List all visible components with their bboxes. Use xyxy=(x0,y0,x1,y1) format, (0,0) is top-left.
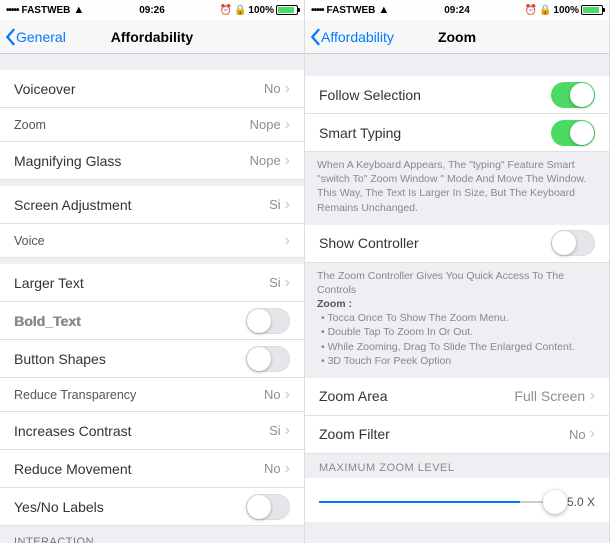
chevron-right-icon: › xyxy=(585,388,595,404)
signal-icon: ••••• xyxy=(6,5,19,16)
button-shapes-toggle[interactable] xyxy=(246,346,290,372)
signal-icon: ••••• xyxy=(311,5,324,16)
chevron-right-icon: › xyxy=(285,461,290,477)
back-button[interactable]: Affordability xyxy=(305,28,394,46)
chevron-right-icon: › xyxy=(285,153,290,169)
row-larger-text[interactable]: Larger TextSi› xyxy=(0,264,304,302)
battery-icon xyxy=(276,5,298,15)
alarm-icon: ⏰ xyxy=(525,5,537,16)
rotation-lock-icon: 🔒 xyxy=(234,5,246,16)
chevron-right-icon: › xyxy=(285,117,290,133)
controller-description: The Zoom Controller Gives You Quick Acce… xyxy=(305,263,609,378)
page-title: Zoom xyxy=(438,29,476,45)
back-label: General xyxy=(16,29,66,45)
row-show-controller[interactable]: Show Controller xyxy=(305,225,609,263)
chevron-right-icon: › xyxy=(285,197,290,213)
back-button[interactable]: General xyxy=(0,28,66,46)
status-bar: ••••• FASTWEB ▲ 09:24 ⏰🔒100% xyxy=(305,0,609,20)
bold-text-toggle[interactable] xyxy=(246,308,290,334)
row-voiceover[interactable]: VoiceoverNo› xyxy=(0,70,304,108)
max-zoom-slider-row: 15.0 X xyxy=(305,478,609,522)
smart-typing-toggle[interactable] xyxy=(551,120,595,146)
chevron-right-icon: › xyxy=(285,387,290,403)
row-follow-selection[interactable]: Follow Selection xyxy=(305,76,609,114)
back-label: Affordability xyxy=(321,29,394,45)
navbar: Affordability Zoom xyxy=(305,20,609,54)
row-bold-text[interactable]: Bold_Text xyxy=(0,302,304,340)
clock: 09:26 xyxy=(103,5,200,16)
page-title: Affordability xyxy=(111,29,193,45)
left-screenshot: ••••• FASTWEB ▲ 09:26 ⏰🔒100% General Aff… xyxy=(0,0,305,543)
row-reduce-transparency[interactable]: Reduce TransparencyNo› xyxy=(0,378,304,412)
carrier: FASTWEB xyxy=(22,5,71,16)
wifi-icon: ▲ xyxy=(73,4,84,16)
row-zoom-filter[interactable]: Zoom FilterNo› xyxy=(305,416,609,454)
follow-selection-toggle[interactable] xyxy=(551,82,595,108)
slider-thumb[interactable] xyxy=(543,490,567,514)
battery-pct: 100% xyxy=(248,5,274,16)
max-zoom-slider[interactable]: 15.0 X xyxy=(319,488,595,516)
yes-no-labels-toggle[interactable] xyxy=(246,494,290,520)
rotation-lock-icon: 🔒 xyxy=(539,5,551,16)
battery-pct: 100% xyxy=(553,5,579,16)
smart-typing-description: When A Keyboard Appears, The "typing" Fe… xyxy=(305,152,609,225)
navbar: General Affordability xyxy=(0,20,304,54)
row-button-shapes[interactable]: Button Shapes xyxy=(0,340,304,378)
show-controller-toggle[interactable] xyxy=(551,230,595,256)
wifi-icon: ▲ xyxy=(378,4,389,16)
row-zoom[interactable]: ZoomNope› xyxy=(0,108,304,142)
row-smart-typing[interactable]: Smart Typing xyxy=(305,114,609,152)
chevron-right-icon: › xyxy=(285,81,290,97)
status-bar: ••••• FASTWEB ▲ 09:26 ⏰🔒100% xyxy=(0,0,304,20)
chevron-right-icon: › xyxy=(285,275,290,291)
chevron-left-icon xyxy=(4,28,16,46)
row-screen-adjustment[interactable]: Screen AdjustmentSi› xyxy=(0,186,304,224)
chevron-right-icon: › xyxy=(285,233,290,249)
right-screenshot: ••••• FASTWEB ▲ 09:24 ⏰🔒100% Affordabili… xyxy=(305,0,610,543)
row-reduce-movement[interactable]: Reduce MovementNo› xyxy=(0,450,304,488)
battery-icon xyxy=(581,5,603,15)
clock: 09:24 xyxy=(408,5,505,16)
row-magnifying-glass[interactable]: Magnifying GlassNope› xyxy=(0,142,304,180)
alarm-icon: ⏰ xyxy=(220,5,232,16)
row-yes-no-labels[interactable]: Yes/No Labels xyxy=(0,488,304,526)
row-increases-contrast[interactable]: Increases ContrastSi› xyxy=(0,412,304,450)
row-zoom-area[interactable]: Zoom AreaFull Screen › xyxy=(305,378,609,416)
chevron-left-icon xyxy=(309,28,321,46)
row-voice[interactable]: Voice› xyxy=(0,224,304,258)
chevron-right-icon: › xyxy=(590,426,595,442)
chevron-right-icon: › xyxy=(285,423,290,439)
section-interaction: INTERACTION xyxy=(0,526,304,543)
max-zoom-header: MAXIMUM ZOOM LEVEL xyxy=(305,454,609,478)
carrier: FASTWEB xyxy=(327,5,376,16)
